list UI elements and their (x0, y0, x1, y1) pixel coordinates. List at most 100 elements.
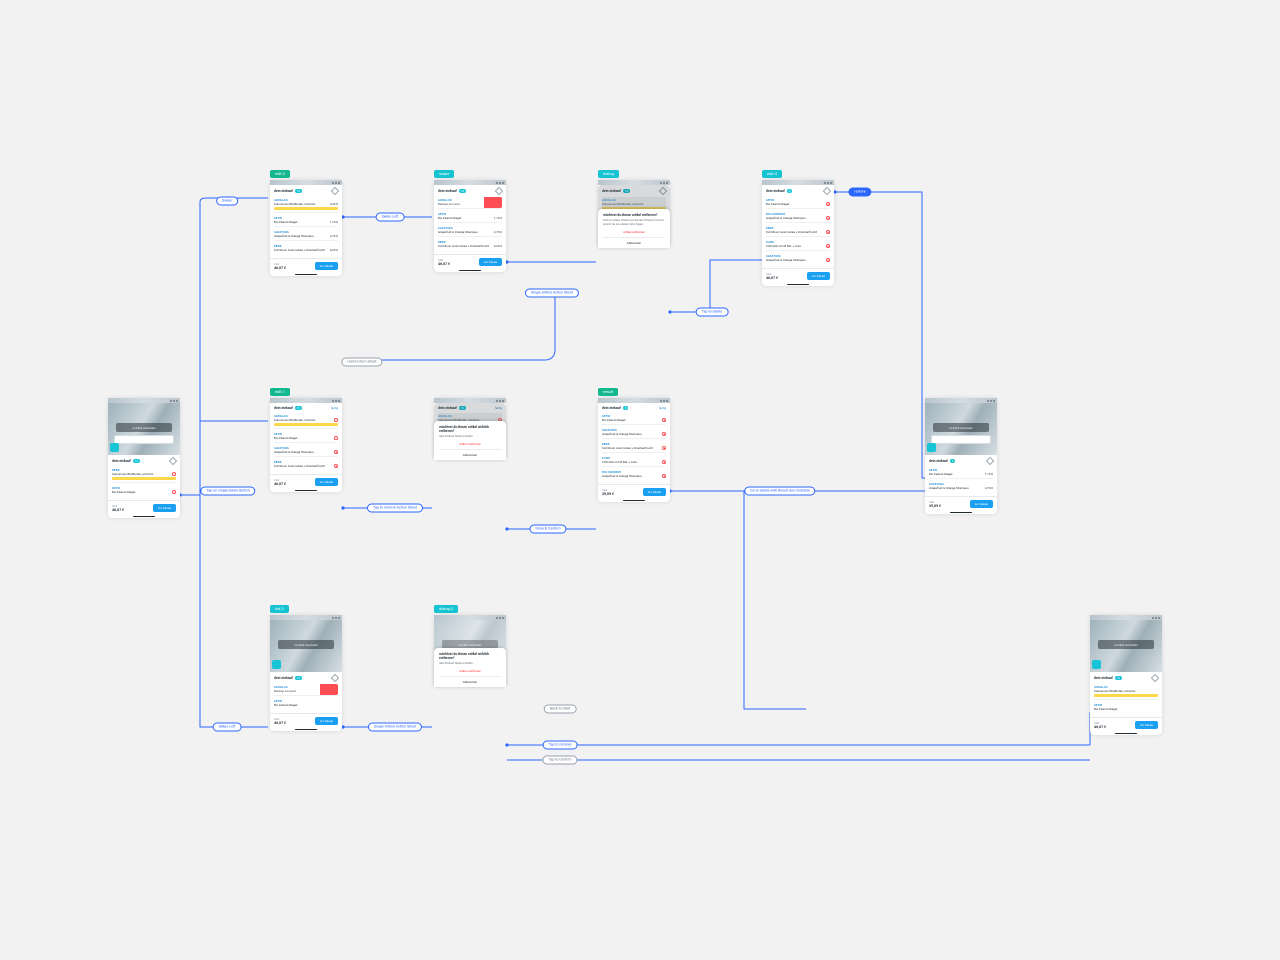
delete-icon[interactable] (826, 216, 830, 220)
delete-icon[interactable] (334, 450, 338, 454)
screen-r2c1[interactable]: edit.1 dein einkauf12fertig GORILLASKoko… (270, 398, 342, 492)
list-item-swiped[interactable]: GORILLASBackup Account (438, 197, 502, 209)
tag: list.2 (270, 605, 289, 613)
home-indicator (108, 515, 180, 518)
pill-tap-single: Tap on single delete Button (200, 487, 255, 496)
heart-icon[interactable] (172, 472, 176, 476)
pill-single-sheet: Single Artikel Action Sheet (525, 289, 579, 298)
checkout-btn[interactable]: zur Kasse (315, 717, 338, 725)
delete-swipe[interactable] (320, 684, 338, 695)
pencil-icon[interactable] (986, 457, 994, 465)
pencil-icon[interactable] (823, 187, 831, 195)
checkout-btn[interactable]: zur Kasse (970, 500, 993, 508)
action-sheet: möchtest du diesen artikel wirklich entf… (434, 421, 506, 460)
delete-icon[interactable] (662, 432, 666, 436)
sheet-cancel[interactable]: Abbrechen (439, 449, 501, 457)
tag: edit.2 (270, 170, 290, 178)
hero-chip (110, 443, 119, 452)
count-badge: 12 (133, 459, 140, 463)
screen-r1c1[interactable]: edit.2 dein einkauf12 GORILLASKokosnuss … (270, 180, 342, 276)
list-item[interactable]: REWEKokosnuss Blattkohle, schwarz (112, 467, 176, 483)
list-item[interactable]: GETIRBio Peanut Riegel (766, 197, 830, 209)
list-item[interactable]: REWEFull Moon Acai Cubes + Drachenfrucht… (274, 243, 338, 254)
screen-start[interactable]: zu Flink wechseln dein einkauf12 REWEKok… (108, 398, 180, 518)
pill-swipe-left-1: Swipe Left (376, 213, 405, 222)
pill-tap-remove-2: Tap to remove (543, 741, 578, 750)
list-item[interactable]: REWEFull Moon Acai Cubes + Drachenfrucht (274, 459, 338, 470)
list-item[interactable]: GETIRBio Peanut Riegel1,19 € (274, 215, 338, 227)
tag: edit.3 (762, 170, 782, 178)
sheet-cancel[interactable]: Abbrechen (439, 676, 501, 684)
list-item[interactable]: GETIRBio Peanut Riegel (112, 485, 176, 496)
tag: dialog (598, 170, 619, 178)
delete-icon[interactable] (662, 418, 666, 422)
heart-icon[interactable] (334, 418, 338, 422)
delete-icon[interactable] (334, 464, 338, 468)
checkout-btn[interactable]: zur Kasse (153, 504, 176, 512)
checkout-btn[interactable]: zur Kasse (1135, 721, 1158, 729)
screen-result-mid[interactable]: zu Flink wechseln dein einkauf3 GETIRBio… (925, 398, 997, 514)
pill-tap-confirm: Tap to confirm (542, 756, 577, 765)
pill-done: Done & Confirm (529, 525, 566, 534)
delete-icon[interactable] (662, 460, 666, 464)
screen-result-bottom[interactable]: zu Flink wechseln dein einkauf12 GORILLA… (1090, 615, 1162, 735)
checkout-btn[interactable]: zur Kasse (479, 258, 502, 266)
screen-r1c3[interactable]: dialog dein einkauf12 GORILLASKokosnuss … (598, 180, 670, 248)
hero-cta[interactable]: zu Flink wechseln (116, 423, 172, 432)
tag: result (598, 388, 618, 396)
footer: total46,87 €zur Kasse (108, 500, 180, 515)
list-item-swiped[interactable]: GORILLASBackup Account (274, 684, 338, 696)
checkout-btn[interactable]: zur Kasse (643, 488, 666, 496)
list-item[interactable]: GORILLASKokosnuss Blattkohle, schwarz (274, 413, 338, 429)
delete-icon[interactable] (826, 244, 830, 248)
delete-icon[interactable] (826, 230, 830, 234)
pill-back: Back to Start (544, 705, 577, 714)
pencil-icon[interactable] (331, 187, 339, 195)
tag: dialog.2 (434, 605, 458, 613)
list-item[interactable]: REWEFull Moon Acai Cubes + Drachenfrucht… (438, 239, 502, 250)
hero: zu Flink wechseln (108, 403, 180, 455)
screen-r1c2[interactable]: swipe dein einkauf12 GORILLASBackup Acco… (434, 180, 506, 272)
checkout-btn[interactable]: zur Kasse (315, 262, 338, 270)
screen-r2c3[interactable]: result dein einkauf3fertig GETIRBio Pean… (598, 398, 670, 502)
sheet-cancel[interactable]: Abbrechen (603, 237, 665, 245)
pencil-icon[interactable] (495, 187, 503, 195)
list-item[interactable]: REWEFull Moon Acai Cubes + Drachenfrucht (766, 225, 830, 237)
hero-secondary[interactable] (114, 435, 174, 444)
pencil-icon[interactable] (169, 457, 177, 465)
sheet-remove[interactable]: artikel entfernen (439, 669, 501, 673)
sheet-remove[interactable]: artikel entfernen (439, 442, 501, 446)
done-link[interactable]: fertig (331, 406, 338, 410)
list-item[interactable]: ALNATURAGrapefruit & Orange Shampoo2,79 … (438, 225, 502, 237)
screen-r3c2[interactable]: dialog.2 zu Flink wechseln dein einkauf1… (434, 615, 506, 687)
delete-swipe[interactable] (484, 197, 502, 208)
list-item[interactable]: GORILLASKokosnuss Blattkohle, schwarz4,4… (274, 197, 338, 213)
list-item[interactable]: GETIRBio Peanut Riegel (274, 431, 338, 443)
list-item[interactable]: FLINKChili-Grill Jim B Bar + Cola (766, 239, 830, 251)
list-item[interactable]: ALNATURAGrapefruit & Orange Shampoo (766, 253, 830, 264)
delete-icon[interactable] (826, 258, 830, 262)
heart-icon[interactable] (172, 490, 176, 494)
heart-icon[interactable] (334, 436, 338, 440)
pencil-icon[interactable] (331, 674, 339, 682)
delete-icon[interactable] (826, 202, 830, 206)
screen-r1c4[interactable]: edit.3 dein einkauf3 GETIRBio Peanut Rie… (762, 180, 834, 286)
list-item[interactable]: BIO COMPANYGrapefruit & Orange Shampoo (766, 211, 830, 223)
list-item[interactable]: ALNATURAGrapefruit & Orange Shampoo (274, 445, 338, 457)
delete-icon[interactable] (662, 446, 666, 450)
list-item[interactable]: GETIRBio Peanut Riegel1,19 € (438, 211, 502, 223)
pencil-icon[interactable] (1151, 674, 1159, 682)
pill-toast: Go to delete with Result aus Undelete (744, 487, 815, 496)
sheet-remove[interactable]: artikel entfernen (603, 230, 665, 234)
delete-icon[interactable] (662, 474, 666, 478)
checkout-btn[interactable]: zur Kasse (315, 478, 338, 486)
list-item[interactable]: ALNATURAGrapefruit & Orange Shampoo2,79 … (274, 229, 338, 241)
tag: swipe (434, 170, 454, 178)
pill-tap-delete: Tap to delete (696, 308, 729, 317)
screen-r2c2[interactable]: dein einkauf12fertig GORILLASKokosnuss B… (434, 398, 506, 460)
tag: edit.1 (270, 388, 290, 396)
screen-r3c1[interactable]: list.2 zu Flink wechseln dein einkauf12 … (270, 615, 342, 731)
action-sheet: möchtest du diesen artikel entfernen? Fa… (598, 209, 670, 248)
checkout-btn[interactable]: zur Kasse (807, 272, 830, 280)
pill-tap-remove-sheet: Tap to remove Action Sheet (367, 504, 423, 513)
